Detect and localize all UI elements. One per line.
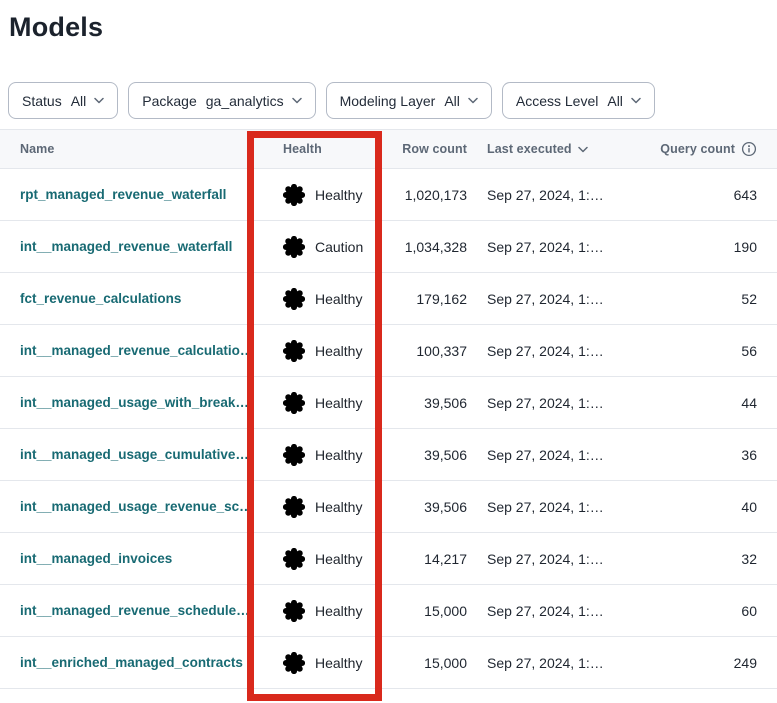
last-executed-value: Sep 27, 2024, 1:…	[467, 655, 652, 671]
row-count-value: 1,034,328	[400, 239, 467, 255]
package-filter-dropdown[interactable]: Package ga_analytics	[128, 82, 315, 119]
column-header-row-count: Row count	[400, 142, 467, 156]
column-header-query-count: Query count	[652, 141, 757, 157]
last-executed-value: Sep 27, 2024, 1:…	[467, 343, 652, 359]
row-count-value: 39,506	[400, 395, 467, 411]
filter-label: Package	[142, 93, 196, 109]
model-name-link[interactable]: int__managed_usage_cumulative_…	[20, 447, 255, 462]
health-badge-icon	[283, 444, 305, 466]
last-executed-value: Sep 27, 2024, 1:…	[467, 395, 652, 411]
health-badge-icon	[283, 392, 305, 414]
last-executed-value: Sep 27, 2024, 1:…	[467, 447, 652, 463]
model-name-link[interactable]: int__managed_revenue_calculations	[20, 343, 255, 358]
row-count-value: 15,000	[400, 655, 467, 671]
health-badge-icon	[283, 548, 305, 570]
health-status-label: Healthy	[315, 655, 362, 671]
filter-bar: Status All Package ga_analytics Modeling…	[8, 82, 777, 119]
health-badge-icon	[283, 288, 305, 310]
health-status-label: Healthy	[315, 395, 362, 411]
query-count-value: 44	[652, 395, 757, 411]
model-name-link[interactable]: int__enriched_managed_contracts	[20, 655, 243, 670]
query-count-value: 249	[652, 655, 757, 671]
query-count-value: 40	[652, 499, 757, 515]
health-status-label: Healthy	[315, 291, 362, 307]
model-name-link[interactable]: int__managed_invoices	[20, 551, 172, 566]
table-row: int__managed_usage_cumulative_… Healthy …	[0, 429, 777, 481]
table-row: rpt_managed_revenue_waterfall Healthy 1,…	[0, 169, 777, 221]
info-circle-icon[interactable]	[741, 141, 757, 157]
row-count-value: 1,020,173	[400, 187, 467, 203]
table-row: int__managed_revenue_waterfall Caution 1…	[0, 221, 777, 273]
filter-value: ga_analytics	[206, 93, 284, 109]
table-header-row: Name Health Row count Last executed Quer…	[0, 129, 777, 169]
last-executed-value: Sep 27, 2024, 1:…	[467, 603, 652, 619]
model-name-link[interactable]: int__managed_revenue_waterfall	[20, 239, 232, 254]
row-count-value: 39,506	[400, 447, 467, 463]
health-status-label: Healthy	[315, 551, 362, 567]
model-name-link[interactable]: rpt_managed_revenue_waterfall	[20, 187, 226, 202]
model-name-link[interactable]: fct_revenue_calculations	[20, 291, 181, 306]
health-badge-icon	[283, 600, 305, 622]
health-status-label: Healthy	[315, 499, 362, 515]
query-count-value: 643	[652, 187, 757, 203]
query-count-value: 32	[652, 551, 757, 567]
model-name-link[interactable]: int__managed_revenue_schedule_…	[20, 603, 255, 618]
model-name-link[interactable]: int__managed_usage_with_breaka…	[20, 395, 255, 410]
chevron-down-icon	[292, 97, 302, 104]
table-row: int__managed_revenue_schedule_… Healthy …	[0, 585, 777, 637]
chevron-down-icon	[631, 97, 641, 104]
last-executed-value: Sep 27, 2024, 1:…	[467, 499, 652, 515]
query-count-value: 56	[652, 343, 757, 359]
modeling-layer-filter-dropdown[interactable]: Modeling Layer All	[326, 82, 492, 119]
filter-label: Status	[22, 93, 62, 109]
last-executed-value: Sep 27, 2024, 1:…	[467, 551, 652, 567]
health-status-label: Healthy	[315, 343, 362, 359]
last-executed-value: Sep 27, 2024, 1:…	[467, 239, 652, 255]
row-count-value: 14,217	[400, 551, 467, 567]
last-executed-value: Sep 27, 2024, 1:…	[467, 291, 652, 307]
row-count-value: 39,506	[400, 499, 467, 515]
health-badge-icon	[283, 340, 305, 362]
query-count-value: 52	[652, 291, 757, 307]
filter-value: All	[444, 93, 460, 109]
column-header-last-executed[interactable]: Last executed	[467, 142, 652, 156]
chevron-down-icon	[94, 97, 104, 104]
health-status-label: Caution	[315, 239, 363, 255]
query-count-value: 60	[652, 603, 757, 619]
column-header-health: Health	[265, 142, 400, 156]
table-row: int__managed_usage_revenue_sc… Healthy 3…	[0, 481, 777, 533]
health-status-label: Healthy	[315, 603, 362, 619]
status-filter-dropdown[interactable]: Status All	[8, 82, 118, 119]
page-title: Models	[9, 10, 777, 44]
chevron-down-icon	[468, 97, 478, 104]
health-status-label: Healthy	[315, 187, 362, 203]
row-count-value: 15,000	[400, 603, 467, 619]
table-row: int__managed_revenue_calculations Health…	[0, 325, 777, 377]
filter-value: All	[607, 93, 623, 109]
health-badge-icon	[283, 184, 305, 206]
last-executed-value: Sep 27, 2024, 1:…	[467, 187, 652, 203]
models-table: Name Health Row count Last executed Quer…	[0, 129, 777, 689]
health-badge-icon	[283, 236, 305, 258]
health-badge-icon	[283, 496, 305, 518]
model-name-link[interactable]: int__managed_usage_revenue_sc…	[20, 499, 253, 514]
row-count-value: 179,162	[400, 291, 467, 307]
table-row: fct_revenue_calculations Healthy 179,162…	[0, 273, 777, 325]
row-count-value: 100,337	[400, 343, 467, 359]
query-count-value: 36	[652, 447, 757, 463]
column-header-name: Name	[20, 142, 265, 156]
health-badge-icon	[283, 652, 305, 674]
table-row: int__managed_usage_with_breaka… Healthy …	[0, 377, 777, 429]
access-level-filter-dropdown[interactable]: Access Level All	[502, 82, 655, 119]
table-row: int__managed_invoices Healthy 14,217 Sep…	[0, 533, 777, 585]
sort-chevron-down-icon	[578, 146, 588, 153]
table-row: int__enriched_managed_contracts Healthy …	[0, 637, 777, 689]
filter-label: Modeling Layer	[340, 93, 436, 109]
filter-value: All	[71, 93, 87, 109]
health-status-label: Healthy	[315, 447, 362, 463]
filter-label: Access Level	[516, 93, 598, 109]
query-count-value: 190	[652, 239, 757, 255]
